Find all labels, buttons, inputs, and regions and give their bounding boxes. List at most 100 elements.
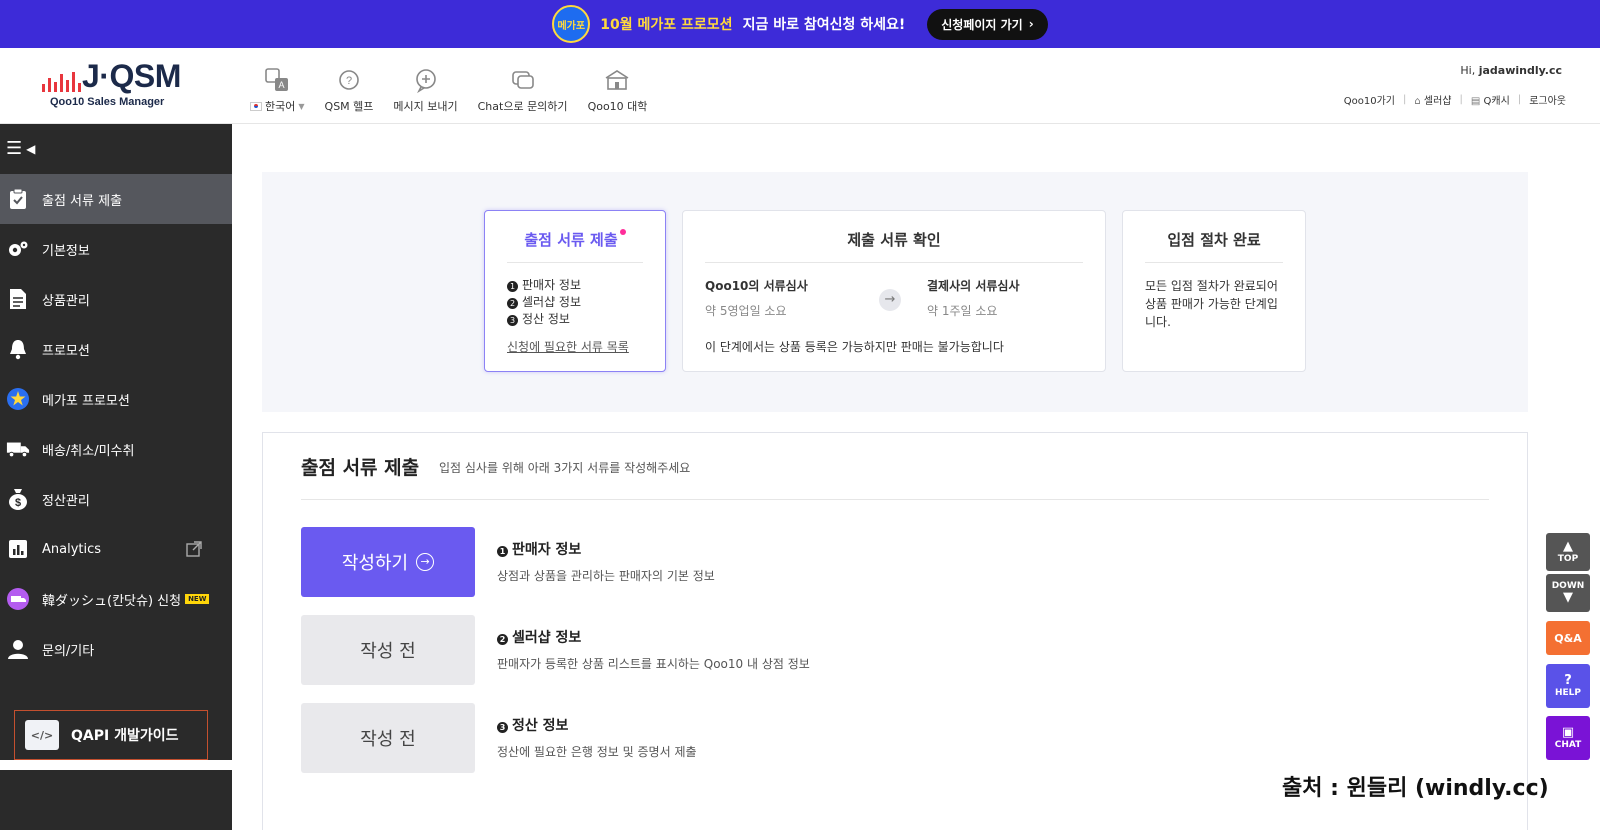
external-link-icon: [186, 541, 202, 561]
caret-down-icon: ▼: [298, 101, 305, 111]
sidebar-item-label: 상품관리: [42, 293, 90, 309]
settlement-info-status-button[interactable]: 작성 전: [301, 703, 475, 773]
home-icon: ⌂: [1414, 96, 1421, 107]
arrow-down-icon: ▼: [1563, 590, 1573, 605]
scroll-down-button[interactable]: DOWN ▼: [1546, 574, 1590, 612]
link-qcash-label: Q캐시: [1483, 96, 1510, 107]
step-card-submit: 출점 서류 제출 1 판매자 정보 2 셀러샵 정보 3 정산 정보 신청에 필요한 …: [484, 210, 666, 372]
list-item-label: 판매자 정보: [522, 278, 582, 292]
dash-icon: [6, 587, 30, 611]
qa-button[interactable]: Q&A: [1546, 621, 1590, 655]
sidebar-item-label: 메가포 프로모션: [42, 393, 130, 409]
sidebar-footer: [0, 760, 232, 830]
step-title: 출점 서류 제출: [485, 229, 665, 250]
steps-panel: 출점 서류 제출 1 판매자 정보 2 셀러샵 정보 3 정산 정보 신청에 필요한 …: [262, 172, 1528, 412]
chat-button[interactable]: ▣ CHAT: [1546, 716, 1590, 760]
step-title: 제출 서류 확인: [847, 231, 941, 249]
source-caption: 출처 : 윈들리 (windly.cc): [1282, 776, 1549, 801]
topnav-help[interactable]: ? QSM 헬프: [315, 66, 384, 114]
form-row-seller: 작성하기 → 1 판매자 정보 상점과 상품을 관리하는 판매자의 기본 정보: [301, 527, 1481, 597]
qsm-logo[interactable]: J·QSM Qoo10 Sales Manager: [42, 58, 192, 112]
sidebar-toggle[interactable]: ☰ ◀: [6, 138, 35, 159]
review-payment: 결제사의 서류심사 약 1주일 소요: [927, 277, 1020, 319]
write-seller-info-button[interactable]: 작성하기 →: [301, 527, 475, 597]
review-qoo10: Qoo10의 서류심사 약 5영업일 소요: [705, 277, 808, 319]
sidebar-item-megapo[interactable]: 메가포 프로모션: [0, 374, 232, 424]
topnav-message[interactable]: 메시지 보내기: [383, 66, 467, 114]
sidebar-item-promotion[interactable]: 프로모션: [0, 324, 232, 374]
truck-icon: [6, 437, 30, 461]
school-icon: [606, 70, 629, 90]
divider: [507, 262, 643, 263]
form-row-shop: 작성 전 2 셀러샵 정보 판매자가 등록한 상품 리스트를 표시하는 Qoo10…: [301, 615, 1481, 685]
svg-text:A: A: [279, 80, 285, 90]
link-qcash[interactable]: ▤ Q캐시: [1471, 92, 1510, 107]
shop-info-status-button[interactable]: 작성 전: [301, 615, 475, 685]
step-card-review: 제출 서류 확인 Qoo10의 서류심사 약 5영업일 소요 → 결제사의 서류…: [682, 210, 1106, 372]
qapi-guide-button[interactable]: </> QAPI 개발가이드: [14, 710, 208, 760]
user-greeting-prefix: Hi,: [1460, 64, 1479, 77]
button-label: 작성하기: [341, 553, 409, 574]
user-links: Qoo10가기 | ⌂ 셀러샵 | ▤ Q캐시 | 로그아웃: [1344, 92, 1566, 107]
number-badge-icon: 3: [497, 722, 508, 733]
sidebar-item-document-submit[interactable]: 출점 서류 제출: [0, 174, 232, 224]
clipboard-icon: [6, 187, 30, 211]
sidebar: ☰ ◀ 출점 서류 제출 기본정보 상품관리 프로모션 메가포 프로모션 배송/…: [0, 124, 232, 830]
form-row-title-text: 판매자 정보: [512, 542, 582, 558]
divider: [705, 262, 1083, 263]
topnav-help-label: QSM 헬프: [324, 100, 374, 113]
sidebar-item-product[interactable]: 상품관리: [0, 274, 232, 324]
collapse-left-icon: ◀: [26, 141, 36, 156]
form-row-desc: 판매자가 등록한 상품 리스트를 표시하는 Qoo10 내 상점 정보: [497, 657, 810, 671]
divider: [1145, 262, 1283, 263]
sidebar-item-inquiry[interactable]: 문의/기타: [0, 624, 232, 674]
form-title: 출점 서류 제출: [301, 457, 420, 479]
step-card-complete: 입점 절차 완료 모든 입점 절차가 완료되어 상품 판매가 가능한 단계입니다…: [1122, 210, 1306, 372]
link-sellershop[interactable]: ⌂ 셀러샵: [1414, 92, 1451, 107]
help-label: HELP: [1554, 688, 1581, 698]
form-row-title: 2 셀러샵 정보: [497, 627, 581, 647]
logo-bars-icon: [42, 60, 82, 92]
chart-icon: [6, 537, 30, 561]
sidebar-menu: 출점 서류 제출 기본정보 상품관리 프로모션 메가포 프로모션 배송/취소/미…: [0, 174, 232, 694]
scroll-top-button[interactable]: ▲ TOP: [1546, 533, 1590, 571]
help-circle-icon: ?: [1564, 673, 1572, 688]
topnav-chat[interactable]: Chat으로 문의하기: [468, 66, 578, 114]
divider: [301, 499, 1489, 500]
required-docs-link[interactable]: 신청에 필요한 서류 목록: [507, 338, 629, 355]
review-qoo10-duration: 약 5영업일 소요: [705, 304, 787, 318]
topnav-university[interactable]: Qoo10 대학: [578, 66, 658, 114]
chat-bubble-icon: ▣: [1561, 725, 1575, 740]
promo-highlight: 10월 메가포 프로모션: [600, 17, 733, 33]
topnav-message-label: 메시지 보내기: [393, 100, 458, 113]
number-badge-icon: 1: [507, 281, 518, 292]
number-badge-icon: 2: [497, 634, 508, 645]
korea-flag-icon: [250, 101, 262, 111]
code-icon: </>: [25, 720, 59, 750]
sidebar-item-shipping[interactable]: 배송/취소/미수취: [0, 424, 232, 474]
form-row-desc: 정산에 필요한 은행 정보 및 증명서 제출: [497, 745, 697, 759]
document-icon: [6, 287, 30, 311]
megapo-icon: [6, 387, 30, 411]
link-qoo10[interactable]: Qoo10가기: [1344, 92, 1395, 107]
list-item-label: 정산 정보: [522, 312, 570, 326]
sidebar-item-settlement[interactable]: $ 정산관리: [0, 474, 232, 524]
sidebar-item-basic-info[interactable]: 기본정보: [0, 224, 232, 274]
form-row-title-text: 셀러샵 정보: [512, 630, 582, 646]
sidebar-item-label: 문의/기타: [42, 643, 95, 659]
sidebar-item-kandashu[interactable]: 韓ダッシュ(칸닷슈) 신청 NEW: [0, 574, 232, 624]
sidebar-item-label: 기본정보: [42, 243, 90, 259]
promo-banner[interactable]: 메가포 10월 메가포 프로모션 지금 바로 참여신청 하세요! 신청페이지 가…: [0, 0, 1600, 48]
button-label: 작성 전: [360, 729, 416, 750]
sidebar-item-label: Analytics: [42, 541, 102, 557]
message-icon: [415, 69, 436, 94]
help-button[interactable]: ? HELP: [1546, 664, 1590, 708]
form-subtitle: 입점 심사를 위해 아래 3가지 서류를 작성해주세요: [439, 461, 691, 475]
promo-apply-button[interactable]: 신청페이지 가기 ›: [927, 8, 1048, 40]
sidebar-item-analytics[interactable]: Analytics: [0, 524, 232, 574]
help-icon: ?: [339, 70, 359, 90]
link-logout[interactable]: 로그아웃: [1529, 92, 1566, 107]
topnav-language[interactable]: A 한국어 ▼: [240, 66, 315, 114]
complete-description: 모든 입점 절차가 완료되어 상품 판매가 가능한 단계입니다.: [1145, 279, 1278, 329]
review-payment-title: 결제사의 서류심사: [927, 279, 1020, 293]
